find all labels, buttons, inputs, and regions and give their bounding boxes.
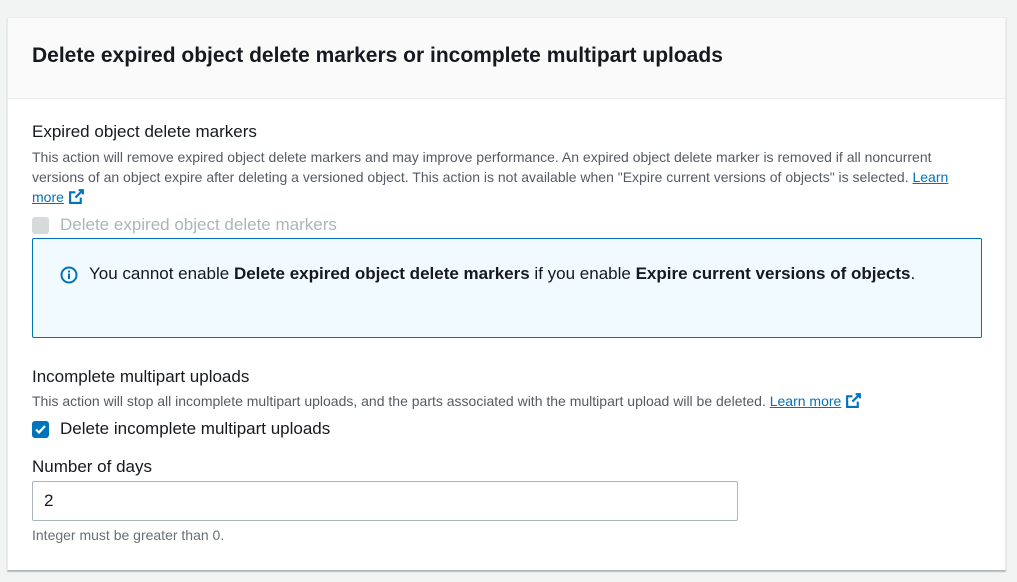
delete-expired-markers-checkbox[interactable] — [32, 216, 49, 234]
number-of-days-label: Number of days — [32, 457, 152, 476]
info-alert-text: You cannot enable Delete expired object … — [89, 264, 916, 283]
checkmark-icon — [35, 424, 46, 434]
expired-markers-description-text: This action will remove expired object d… — [32, 149, 932, 185]
info-alert: You cannot enable Delete expired object … — [32, 238, 982, 338]
delete-incomplete-uploads-checkbox[interactable] — [32, 420, 49, 438]
external-link-icon — [68, 189, 84, 204]
delete-expired-markers-checkbox-row[interactable]: Delete expired object delete markers — [32, 214, 337, 236]
delete-incomplete-uploads-checkbox-row[interactable]: Delete incomplete multipart uploads — [32, 418, 330, 440]
number-of-days-hint: Integer must be greater than 0. — [32, 527, 225, 543]
incomplete-uploads-heading: Incomplete multipart uploads — [32, 367, 250, 386]
panel-title: Delete expired object delete markers or … — [32, 44, 723, 67]
delete-expired-markers-label: Delete expired object delete markers — [60, 215, 337, 234]
incomplete-uploads-description: This action will stop all incomplete mul… — [32, 391, 992, 411]
panel-header: Delete expired object delete markers or … — [8, 18, 1005, 99]
expired-markers-heading: Expired object delete markers — [32, 122, 257, 141]
info-bold-expire-current: Expire current versions of objects — [635, 264, 911, 283]
incomplete-uploads-learn-more-link[interactable]: Learn more — [770, 393, 863, 409]
number-of-days-input[interactable] — [32, 481, 738, 521]
info-bold-expired-markers: Delete expired object delete markers — [233, 264, 530, 283]
lifecycle-panel: Delete expired object delete markers or … — [7, 17, 1006, 571]
external-link-icon — [846, 393, 862, 408]
incomplete-uploads-description-text: This action will stop all incomplete mul… — [32, 393, 766, 409]
delete-incomplete-uploads-label: Delete incomplete multipart uploads — [60, 419, 331, 438]
info-icon — [60, 266, 78, 284]
expired-markers-description: This action will remove expired object d… — [32, 147, 972, 207]
